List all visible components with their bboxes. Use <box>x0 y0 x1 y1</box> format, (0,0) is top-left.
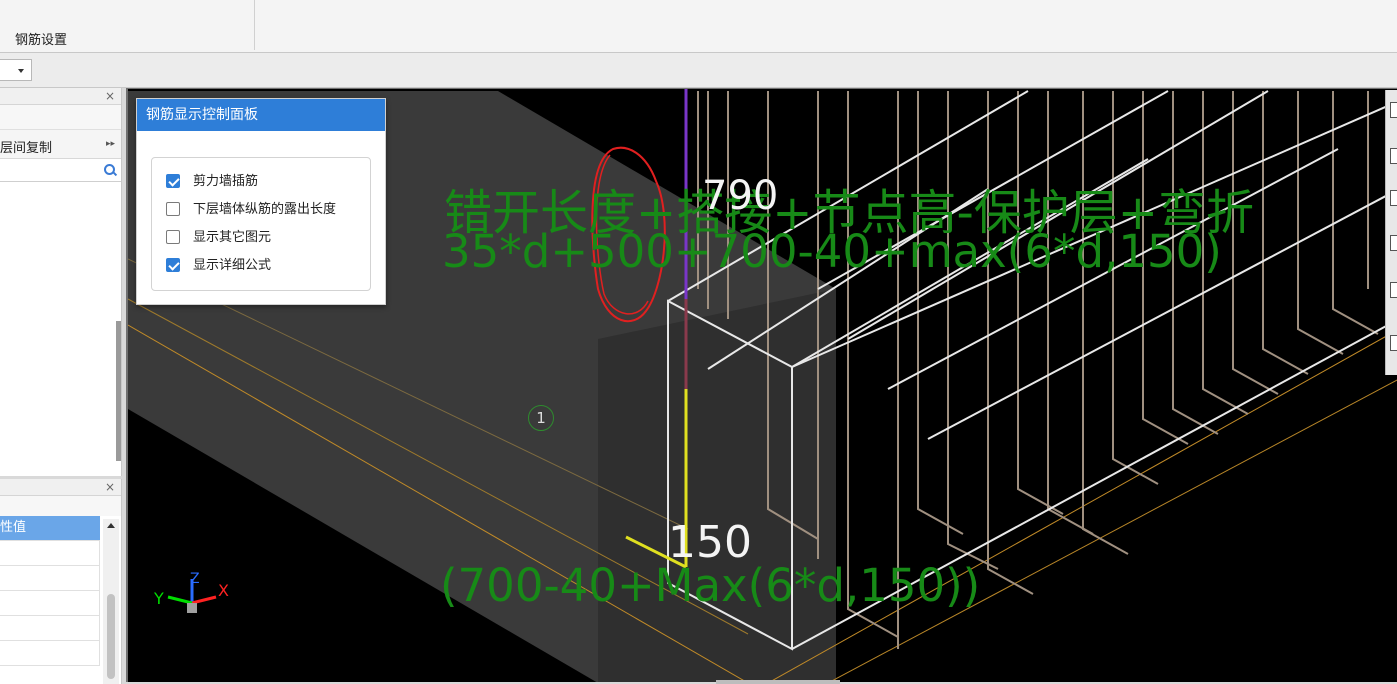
search-input[interactable] <box>0 159 121 182</box>
formula-expression: 35*d+500+700-40+max(6*d,150) <box>442 225 1222 278</box>
property-cell[interactable] <box>0 641 100 666</box>
checkbox-lower-wall-exposed-length[interactable] <box>166 202 180 216</box>
dimension-top-label: 790 <box>702 173 779 219</box>
property-cell[interactable] <box>0 616 100 641</box>
checkbox-shear-wall-dowel[interactable] <box>166 174 180 188</box>
search-icon[interactable] <box>104 164 115 175</box>
tool-icon[interactable] <box>1390 148 1397 164</box>
rebar-display-control-panel: 钢筋显示控制面板 剪力墙插筋 下层墙体纵筋的露出长度 显示其它图元 显示详细公式 <box>136 98 386 305</box>
ribbon-separator <box>254 0 255 50</box>
panel-titlebar: × <box>0 88 121 105</box>
panel-toolbar <box>0 105 121 130</box>
axis-x-label: X <box>218 581 229 600</box>
formula-bottom: (700-40+Max(6*d,150)) <box>440 559 981 612</box>
checkbox-show-detailed-formula[interactable] <box>166 258 180 272</box>
ribbon: 钢筋设置 <box>0 0 1397 53</box>
secondary-toolbar <box>0 53 1397 88</box>
option-label: 下层墙体纵筋的露出长度 <box>193 202 337 217</box>
axis-marker[interactable]: 1 <box>528 405 554 431</box>
left-panel-top: × 层间复制 ▸▸ <box>0 88 122 476</box>
tool-icon[interactable] <box>1390 282 1397 298</box>
panel-scrollbar[interactable] <box>116 321 121 461</box>
property-cell[interactable] <box>0 566 100 591</box>
ribbon-group-rebar-settings[interactable]: 钢筋设置 <box>15 29 67 48</box>
option-group: 剪力墙插筋 下层墙体纵筋的露出长度 显示其它图元 显示详细公式 <box>151 157 371 291</box>
property-cell[interactable] <box>0 541 100 566</box>
right-tool-strip <box>1385 90 1397 375</box>
floor-copy-label: 层间复制 <box>0 141 53 156</box>
control-panel-title[interactable]: 钢筋显示控制面板 <box>137 99 385 131</box>
close-icon[interactable]: × <box>105 88 115 104</box>
checkbox-show-other-elements[interactable] <box>166 230 180 244</box>
chevron-down-icon <box>18 69 24 73</box>
property-value-label: 性值 <box>0 520 27 535</box>
horizontal-scrollbar[interactable] <box>716 680 840 684</box>
panel-titlebar: × <box>0 479 121 496</box>
tool-icon[interactable] <box>1390 335 1397 351</box>
tool-icon[interactable] <box>1390 102 1397 118</box>
property-value-header[interactable]: 性值 <box>0 516 100 541</box>
floor-combo-box[interactable] <box>0 59 32 81</box>
floor-copy-row[interactable]: 层间复制 ▸▸ <box>0 130 121 159</box>
close-icon[interactable]: × <box>105 479 115 495</box>
scroll-thumb[interactable] <box>107 594 115 679</box>
expand-more-icon[interactable]: ▸▸ <box>106 139 115 149</box>
option-label: 显示详细公式 <box>193 258 272 273</box>
option-label: 显示其它图元 <box>193 230 272 245</box>
axis-gizmo: X Y Z <box>152 571 232 623</box>
option-label: 剪力墙插筋 <box>193 174 259 189</box>
property-cell[interactable] <box>0 591 100 616</box>
property-scrollbar[interactable] <box>103 519 119 684</box>
left-panel-bottom: × 性值 <box>0 479 122 684</box>
axis-z-label: Z <box>190 571 200 587</box>
axis-y-label: Y <box>154 589 164 608</box>
tool-icon[interactable] <box>1390 190 1397 206</box>
panel-toolbar <box>0 496 121 516</box>
scroll-up-icon[interactable] <box>107 523 115 528</box>
tool-icon[interactable] <box>1390 235 1397 251</box>
